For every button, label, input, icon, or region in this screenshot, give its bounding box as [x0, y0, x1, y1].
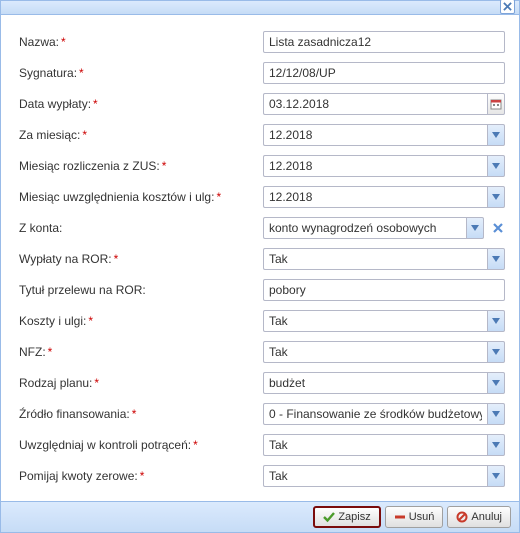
- chevron-down-icon: [492, 318, 500, 324]
- minus-icon: [394, 511, 406, 523]
- label-zrodlo-fin: Źródło finansowania:*: [19, 407, 263, 421]
- wyplaty-ror-select[interactable]: [263, 248, 487, 270]
- uwzgl-potracen-dropdown-button[interactable]: [487, 434, 505, 456]
- pomijaj-zerowe-select[interactable]: [263, 465, 487, 487]
- chevron-down-icon: [492, 442, 500, 448]
- zrodlo-fin-dropdown-button[interactable]: [487, 403, 505, 425]
- miesiac-zus-dropdown-button[interactable]: [487, 155, 505, 177]
- rodzaj-planu-select[interactable]: [263, 372, 487, 394]
- label-wyplaty-ror: Wypłaty na ROR:*: [19, 252, 263, 266]
- label-miesiac-koszt: Miesiąc uwzględnienia kosztów i ulg:*: [19, 190, 263, 204]
- zrodlo-fin-select[interactable]: [263, 403, 487, 425]
- chevron-down-icon: [492, 256, 500, 262]
- chevron-down-icon: [492, 380, 500, 386]
- chevron-down-icon: [492, 349, 500, 355]
- label-sygnatura: Sygnatura:*: [19, 66, 263, 80]
- label-z-konta: Z konta:: [19, 221, 263, 235]
- row-tytul-ror: Tytuł przelewu na ROR:: [19, 279, 505, 301]
- prohibit-icon: [456, 511, 468, 523]
- wyplaty-ror-dropdown-button[interactable]: [487, 248, 505, 270]
- row-z-konta: Z konta:: [19, 217, 505, 239]
- label-nfz: NFZ:*: [19, 345, 263, 359]
- nfz-select[interactable]: [263, 341, 487, 363]
- check-icon: [323, 511, 335, 523]
- save-button-label: Zapisz: [338, 511, 370, 523]
- sygnatura-input[interactable]: [263, 62, 505, 84]
- chevron-down-icon: [471, 225, 479, 231]
- data-wyplaty-input[interactable]: [263, 93, 487, 115]
- titlebar: [1, 1, 519, 15]
- chevron-down-icon: [492, 194, 500, 200]
- calendar-icon: [490, 98, 502, 110]
- cancel-button[interactable]: Anuluj: [447, 506, 511, 528]
- row-za-miesiac: Za miesiąc:*: [19, 124, 505, 146]
- date-picker-button[interactable]: [487, 93, 505, 115]
- row-sygnatura: Sygnatura:*: [19, 62, 505, 84]
- koszty-ulgi-select[interactable]: [263, 310, 487, 332]
- miesiac-koszt-select[interactable]: [263, 186, 487, 208]
- label-nazwa: Nazwa:*: [19, 35, 263, 49]
- label-tytul-ror: Tytuł przelewu na ROR:: [19, 283, 263, 297]
- label-data-wyplaty: Data wypłaty:*: [19, 97, 263, 111]
- z-konta-dropdown-button[interactable]: [466, 217, 484, 239]
- delete-button-label: Usuń: [409, 511, 435, 523]
- label-rodzaj-planu: Rodzaj planu:*: [19, 376, 263, 390]
- koszty-ulgi-dropdown-button[interactable]: [487, 310, 505, 332]
- row-uwzgl-potracen: Uwzględniaj w kontroli potrąceń:*: [19, 434, 505, 456]
- uwzgl-potracen-select[interactable]: [263, 434, 487, 456]
- chevron-down-icon: [492, 132, 500, 138]
- row-zrodlo-fin: Źródło finansowania:*: [19, 403, 505, 425]
- label-uwzgl-potracen: Uwzględniaj w kontroli potrąceń:*: [19, 438, 263, 452]
- z-konta-select[interactable]: [263, 217, 466, 239]
- clear-icon: [492, 222, 504, 234]
- close-button[interactable]: [500, 0, 515, 14]
- row-nfz: NFZ:*: [19, 341, 505, 363]
- za-miesiac-select[interactable]: [263, 124, 487, 146]
- row-rodzaj-planu: Rodzaj planu:*: [19, 372, 505, 394]
- label-miesiac-zus: Miesiąc rozliczenia z ZUS:*: [19, 159, 263, 173]
- chevron-down-icon: [492, 411, 500, 417]
- miesiac-zus-select[interactable]: [263, 155, 487, 177]
- row-miesiac-koszt: Miesiąc uwzględnienia kosztów i ulg:*: [19, 186, 505, 208]
- row-wyplaty-ror: Wypłaty na ROR:*: [19, 248, 505, 270]
- chevron-down-icon: [492, 473, 500, 479]
- label-koszty-ulgi: Koszty i ulgi:*: [19, 314, 263, 328]
- form-content: Nazwa:* Sygnatura:* Data wypłaty:*: [1, 15, 519, 501]
- za-miesiac-dropdown-button[interactable]: [487, 124, 505, 146]
- row-miesiac-zus: Miesiąc rozliczenia z ZUS:*: [19, 155, 505, 177]
- tytul-ror-input[interactable]: [263, 279, 505, 301]
- rodzaj-planu-dropdown-button[interactable]: [487, 372, 505, 394]
- nazwa-input[interactable]: [263, 31, 505, 53]
- cancel-button-label: Anuluj: [471, 511, 502, 523]
- delete-button[interactable]: Usuń: [385, 506, 444, 528]
- row-koszty-ulgi: Koszty i ulgi:*: [19, 310, 505, 332]
- pomijaj-zerowe-dropdown-button[interactable]: [487, 465, 505, 487]
- nfz-dropdown-button[interactable]: [487, 341, 505, 363]
- close-icon: [503, 2, 512, 11]
- footer-toolbar: Zapisz Usuń Anuluj: [1, 501, 519, 532]
- label-pomijaj-zerowe: Pomijaj kwoty zerowe:*: [19, 469, 263, 483]
- row-pomijaj-zerowe: Pomijaj kwoty zerowe:*: [19, 465, 505, 487]
- z-konta-clear-button[interactable]: [490, 220, 505, 236]
- row-nazwa: Nazwa:*: [19, 31, 505, 53]
- chevron-down-icon: [492, 163, 500, 169]
- label-za-miesiac: Za miesiąc:*: [19, 128, 263, 142]
- miesiac-koszt-dropdown-button[interactable]: [487, 186, 505, 208]
- dialog-window: Nazwa:* Sygnatura:* Data wypłaty:*: [0, 0, 520, 533]
- save-button[interactable]: Zapisz: [313, 506, 380, 528]
- row-data-wyplaty: Data wypłaty:*: [19, 93, 505, 115]
